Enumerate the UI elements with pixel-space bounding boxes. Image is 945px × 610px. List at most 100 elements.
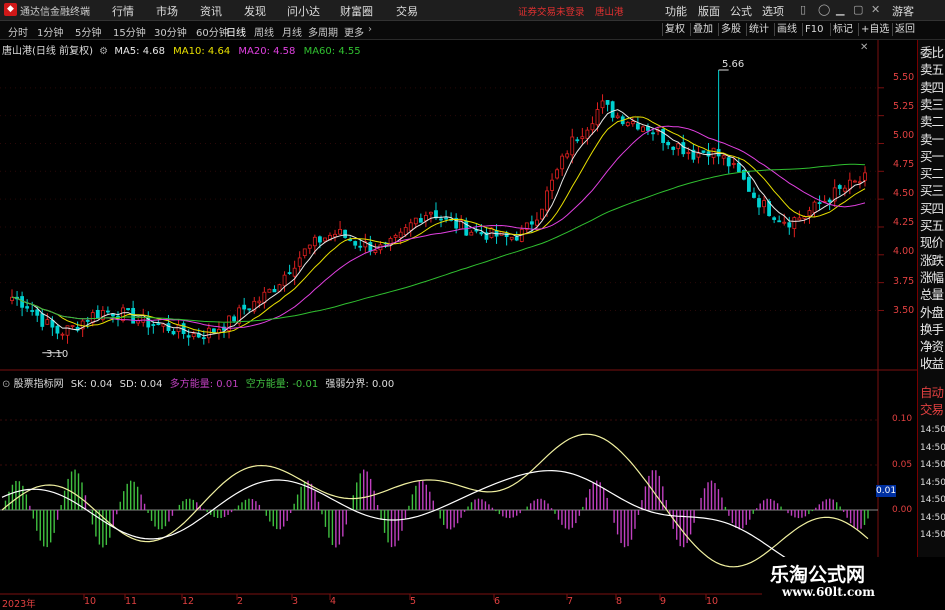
btn-diejia[interactable]: 叠加 <box>690 23 715 36</box>
candle-body <box>95 309 100 319</box>
ma20-line <box>11 125 866 329</box>
candle-body <box>797 217 802 221</box>
user-icon[interactable]: ◯ <box>818 3 830 16</box>
bell-icon[interactable]: ▯ <box>800 3 806 16</box>
candle-body <box>439 218 443 221</box>
candle-body <box>338 228 342 235</box>
candle-body <box>211 328 216 333</box>
side-panel-item[interactable]: 买三 <box>920 183 944 199</box>
kline-chart[interactable] <box>0 40 917 609</box>
menu-faxian[interactable]: 发现 <box>244 3 266 19</box>
btn-fuquan[interactable]: 复权 <box>662 23 687 36</box>
candle-body <box>827 199 832 203</box>
x-axis-label: 3 <box>292 596 299 607</box>
candle-body <box>711 147 716 158</box>
login-notice[interactable]: 证券交易未登录 <box>518 4 585 18</box>
menu-gongshi[interactable]: 公式 <box>730 3 752 19</box>
side-panel-item[interactable]: 涨跌 <box>920 253 944 269</box>
side-panel-item[interactable]: 总量 <box>920 287 944 303</box>
menu-caifuquan[interactable]: 财富圈 <box>340 3 373 19</box>
close-icon[interactable]: ✕ <box>871 3 880 16</box>
side-panel-item[interactable]: 买二 <box>920 166 944 182</box>
price-axis-label: 3.50 <box>893 305 915 316</box>
candle-body <box>368 242 373 252</box>
menu-zixun[interactable]: 资讯 <box>200 3 222 19</box>
menu-shichang[interactable]: 市场 <box>156 3 178 19</box>
candle-body <box>267 288 272 293</box>
candle-body <box>262 291 267 304</box>
candle-body <box>570 136 575 156</box>
side-panel-item[interactable]: 净资 <box>920 339 944 355</box>
menu-banmian[interactable]: 版面 <box>698 3 720 19</box>
candle-body <box>65 325 70 336</box>
side-panel-time: 14:50 <box>920 530 945 540</box>
side-panel-item[interactable]: 换手 <box>920 322 944 338</box>
side-panel-item[interactable]: 卖四 <box>920 80 944 96</box>
menu-xuanxiang[interactable]: 选项 <box>762 3 784 19</box>
side-panel-item[interactable]: 买一 <box>920 149 944 165</box>
candle-body <box>242 304 247 310</box>
price-axis-label: 4.75 <box>893 159 915 170</box>
candle-body <box>772 217 777 220</box>
candle-body <box>272 288 277 293</box>
candle-body <box>398 231 403 238</box>
candle-body <box>151 324 156 326</box>
period-weekly[interactable]: 周线 <box>254 24 274 39</box>
btn-biaoji[interactable]: 标记 <box>830 23 855 36</box>
indicator-sk: SK: 0.04 <box>70 379 113 390</box>
side-panel-item[interactable]: 现价 <box>920 235 944 251</box>
candle-body <box>479 232 484 235</box>
chevron-right-icon[interactable]: › <box>368 24 372 35</box>
period-1min[interactable]: 1分钟 <box>37 24 63 39</box>
btn-f10[interactable]: F10 <box>802 23 825 36</box>
side-panel-item[interactable]: 委比 <box>920 45 944 61</box>
period-monthly[interactable]: 月线 <box>282 24 302 39</box>
candle-body <box>25 306 30 309</box>
settings-icon[interactable]: ⚙ <box>99 46 108 57</box>
side-panel-item[interactable]: 卖三 <box>920 97 944 113</box>
side-panel-auto-trade[interactable]: 交易 <box>920 402 944 418</box>
menu-wenxiaoda[interactable]: 问小达 <box>287 3 320 19</box>
period-15min[interactable]: 15分钟 <box>113 24 146 39</box>
menu-youke[interactable]: 游客 <box>892 3 914 19</box>
period-fenshi[interactable]: 分时 <box>8 24 28 39</box>
side-panel-item[interactable]: 买四 <box>920 201 944 217</box>
candle-body <box>641 126 645 132</box>
indicator-settings-icon[interactable]: ⊙ <box>2 379 10 390</box>
candle-body <box>429 211 433 215</box>
side-panel-auto-trade[interactable]: 自动 <box>920 385 944 401</box>
side-panel-item[interactable]: 卖二 <box>920 114 944 130</box>
side-panel-item[interactable]: 外盘 <box>920 305 944 321</box>
side-panel-item[interactable]: 买五 <box>920 218 944 234</box>
period-30min[interactable]: 30分钟 <box>154 24 187 39</box>
btn-zixuan[interactable]: +自选 <box>858 23 891 36</box>
minimize-icon[interactable]: ▁ <box>836 3 844 16</box>
btn-fanhui[interactable]: 返回 <box>892 23 917 36</box>
btn-tongji[interactable]: 统计 <box>746 23 771 36</box>
btn-huaxian[interactable]: 画线 <box>774 23 799 36</box>
candle-body <box>90 312 95 324</box>
price-axis-label: 4.50 <box>893 188 915 199</box>
maximize-icon[interactable]: ▢ <box>853 3 863 16</box>
period-daily[interactable]: 日线 <box>226 24 246 39</box>
period-more[interactable]: 更多 <box>344 24 364 39</box>
sd-line <box>1 469 869 577</box>
price-axis-label: 4.00 <box>893 246 915 257</box>
period-60min[interactable]: 60分钟 <box>196 24 229 39</box>
low-price-label: 3.10 <box>46 349 69 360</box>
candle-body <box>590 123 595 131</box>
price-axis-label: 5.25 <box>893 101 915 112</box>
side-panel-item[interactable]: 收益 <box>920 356 944 372</box>
btn-duogu[interactable]: 多股 <box>718 23 743 36</box>
candle-body <box>40 313 45 327</box>
period-multi[interactable]: 多周期 <box>308 24 338 39</box>
pane-close-icon[interactable]: ✕ <box>860 42 868 53</box>
side-panel-item[interactable]: 卖五 <box>920 62 944 78</box>
candle-body <box>858 181 862 184</box>
menu-hangqing[interactable]: 行情 <box>112 3 134 19</box>
side-panel-item[interactable]: 涨幅 <box>920 270 944 286</box>
period-5min[interactable]: 5分钟 <box>75 24 101 39</box>
menu-gongneng[interactable]: 功能 <box>665 3 687 19</box>
menu-jiaoyi[interactable]: 交易 <box>396 3 418 19</box>
side-panel-item[interactable]: 卖一 <box>920 132 944 148</box>
